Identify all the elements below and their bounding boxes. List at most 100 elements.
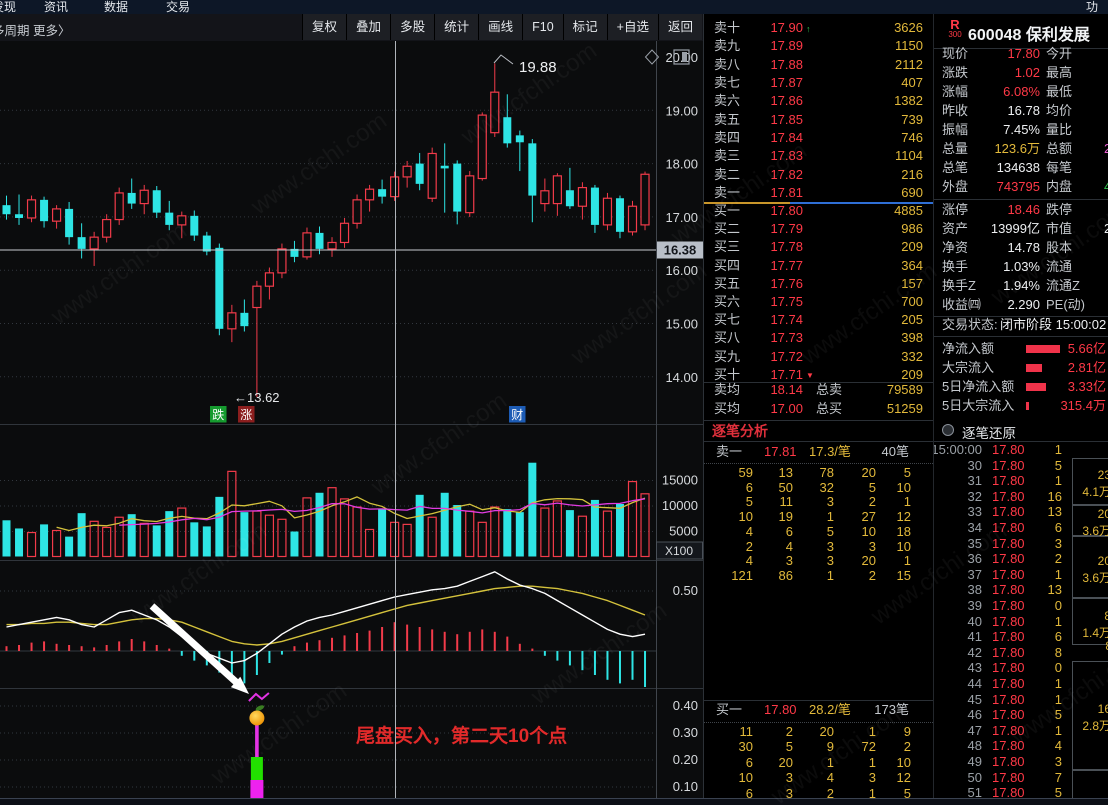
ask-row-卖八[interactable]: 卖八 17.88 2112: [704, 57, 933, 73]
signal-stick: [255, 725, 259, 758]
svg-text:0.30: 0.30: [673, 725, 698, 740]
tick-sell-row[interactable]: 2 4 3 3 10: [704, 539, 933, 555]
toolbar-button-多股[interactable]: 多股: [390, 14, 435, 40]
ask-row-卖六[interactable]: 卖六 17.86 1382: [704, 93, 933, 109]
info-status-bottom-divider: [934, 336, 1108, 337]
flow-bar: [1026, 383, 1046, 391]
menu-right-function[interactable]: 功能: [1086, 0, 1108, 14]
tick-buy-row[interactable]: 30 5 9 72 2: [704, 739, 933, 755]
tick-sell-row[interactable]: 4 3 3 20 1: [704, 553, 933, 569]
svg-text:15.00: 15.00: [665, 317, 698, 332]
tick-buy-row[interactable]: 11 2 20 1 9: [704, 724, 933, 740]
tick-buy-row[interactable]: 10 3 4 3 12: [704, 770, 933, 786]
svg-text:16.38: 16.38: [664, 243, 697, 258]
svg-text:财: 财: [511, 408, 523, 422]
bid-row-买一[interactable]: 买一 17.80 4885: [704, 203, 933, 219]
bid-row-买三[interactable]: 买三 17.78 209: [704, 239, 933, 255]
aggregate-box: 234.1万: [1072, 457, 1108, 505]
chart-toolbar: 多周期 更多〉 复权叠加多股统计画线F10标记+自选返回: [0, 14, 703, 42]
tick-restore-row[interactable]: 15:00:00 17.80 1: [934, 442, 1108, 458]
chart-area[interactable]: 20.00 19.00 18.00 17.00 16.00 15.00 14.00 15000…: [0, 41, 703, 798]
sell-average-row[interactable]: 卖均 18.14 总卖 79589: [704, 382, 933, 398]
svg-text:0.50: 0.50: [673, 583, 698, 598]
flow-row-5日大宗流入: 5日大宗流入 315.4万: [942, 398, 1106, 413]
index-badge: R 300: [948, 17, 962, 39]
svg-text:0.10: 0.10: [673, 779, 698, 794]
buy-average-row[interactable]: 买均 17.00 总买 51259: [704, 401, 933, 417]
svg-text:涨: 涨: [240, 407, 252, 422]
right-pane: 卖十 17.90 ↑ 3626 卖九 17.89 1150 卖八 17.88 2112 卖七 17.8…: [703, 14, 1108, 805]
toolbar-button-+自选[interactable]: +自选: [606, 14, 658, 40]
bid-row-买六[interactable]: 买六 17.75 700: [704, 294, 933, 310]
info-mid-divider: [934, 199, 1108, 200]
ask-row-卖五[interactable]: 卖五 17.85 739: [704, 112, 933, 128]
flow-bar: [1026, 402, 1029, 410]
tick-sell-dotted: [704, 463, 933, 464]
toolbar-button-叠加[interactable]: 叠加: [346, 14, 391, 40]
split-screen-fill: [682, 52, 687, 62]
svg-text:0.40: 0.40: [673, 698, 698, 713]
tick-restore-icon[interactable]: [942, 424, 954, 436]
bid-row-买十[interactable]: 买十 17.71 ▼ 209: [704, 367, 933, 383]
menu-item-3[interactable]: 交易: [166, 0, 190, 14]
ask-row-卖七[interactable]: 卖七 17.87 407: [704, 75, 933, 91]
aggregate-box: 203.6万: [1072, 504, 1108, 538]
info-row-涨停: 涨停 18.46 跌停: [942, 202, 1073, 217]
flow-bar: [1026, 364, 1042, 372]
toolbar-button-F10[interactable]: F10: [522, 14, 563, 40]
ask-row-卖二[interactable]: 卖二 17.82 216: [704, 167, 933, 183]
tick-analysis-title: 逐笔分析: [712, 423, 768, 439]
svg-text:5000: 5000: [669, 524, 698, 539]
bid-row-买四[interactable]: 买四 17.77 364: [704, 258, 933, 274]
ask-row-卖一[interactable]: 卖一 17.81 690: [704, 185, 933, 201]
tick-analysis-buy-header[interactable]: 买一 17.80 28.2/笔 173笔: [704, 702, 933, 718]
ask-row-卖十[interactable]: 卖十 17.90 ↑ 3626: [704, 20, 933, 36]
info-row-涨跌: 涨跌 1.02 最高: [942, 65, 1073, 80]
aggregate-box: 162.8万: [1072, 660, 1108, 770]
order-book-panel: 卖十 17.90 ↑ 3626 卖九 17.89 1150 卖八 17.88 2112 卖七 17.8…: [704, 14, 933, 805]
signal-orange-ball-icon: [249, 710, 265, 726]
toolbar-button-返回[interactable]: 返回: [657, 14, 702, 40]
stock-chart-svg[interactable]: 20.00 19.00 18.00 17.00 16.00 15.00 14.00 15000…: [0, 41, 703, 798]
tick-sell-row[interactable]: 6 50 32 5 10: [704, 480, 933, 496]
tick-buy-row[interactable]: 6 20 1 1 10: [704, 755, 933, 771]
signal-green-block: [250, 757, 263, 780]
flow-row-大宗流入: 大宗流入 2.81亿: [942, 360, 1106, 375]
aggregate-box: [1072, 769, 1108, 801]
tick-sell-row[interactable]: 121 86 1 2 15: [704, 568, 933, 584]
info-row-昨收: 昨收 16.78 均价: [942, 103, 1073, 118]
tick-sell-row[interactable]: 4 6 5 10 18: [704, 524, 933, 540]
flow-bar: [1026, 345, 1060, 353]
toolbar-button-画线[interactable]: 画线: [478, 14, 523, 40]
toolbar-button-标记[interactable]: 标记: [562, 14, 607, 40]
toolbar-button-统计[interactable]: 统计: [434, 14, 479, 40]
tick-sell-row[interactable]: 5 11 3 2 1: [704, 494, 933, 510]
menu-item-2[interactable]: 数据: [104, 0, 128, 14]
svg-text:20.00: 20.00: [665, 50, 698, 65]
ask-row-卖四[interactable]: 卖四 17.84 746: [704, 130, 933, 146]
bid-row-买八[interactable]: 买八 17.73 398: [704, 330, 933, 346]
tick-restore-panel: 逐笔还原 15:00:00 17.80 1 30 17.80 5 31 17.80 1 32 17.8…: [933, 420, 1108, 805]
bid-row-买二[interactable]: 买二 17.79 986: [704, 221, 933, 237]
info-row-现价: 现价 17.80 今开: [942, 46, 1073, 61]
bid-row-买九[interactable]: 买九 17.72 332: [704, 349, 933, 365]
period-selector[interactable]: 多周期 更多〉: [0, 20, 70, 39]
menu-item-1[interactable]: 资讯: [44, 0, 68, 14]
ask-row-卖三[interactable]: 卖三 17.83 1104: [704, 148, 933, 164]
info-row-净资: 净资 14.78 股本: [942, 240, 1073, 255]
signal-magenta-block: [250, 780, 264, 798]
tick-sell-row[interactable]: 59 13 78 20 5: [704, 465, 933, 481]
bid-row-买七[interactable]: 买七 17.74 205: [704, 312, 933, 328]
menu-item-0[interactable]: 发现: [0, 0, 16, 14]
ask-row-卖九[interactable]: 卖九 17.89 1150: [704, 38, 933, 54]
tick-sell-row[interactable]: 10 19 1 27 12: [704, 509, 933, 525]
toolbar-button-复权[interactable]: 复权: [302, 14, 347, 40]
tick-restore-title-row: 逐笔还原: [934, 420, 1108, 441]
info-row-换手Z: 换手Z 1.94% 流通Z: [942, 278, 1080, 293]
info-row-外盘: 外盘743795内盘45: [942, 179, 1108, 194]
info-row-换手: 换手 1.03% 流通: [942, 259, 1073, 274]
tick-analysis-sell-header[interactable]: 卖一 17.81 17.3/笔 40笔: [704, 444, 933, 460]
trading-app-window: 发现资讯数据交易功能 多周期 更多〉 复权叠加多股统计画线F10标记+自选返回 …: [0, 0, 1108, 805]
info-row-总量: 总量123.6万总额2: [942, 141, 1108, 156]
bid-row-买五[interactable]: 买五 17.76 157: [704, 276, 933, 292]
